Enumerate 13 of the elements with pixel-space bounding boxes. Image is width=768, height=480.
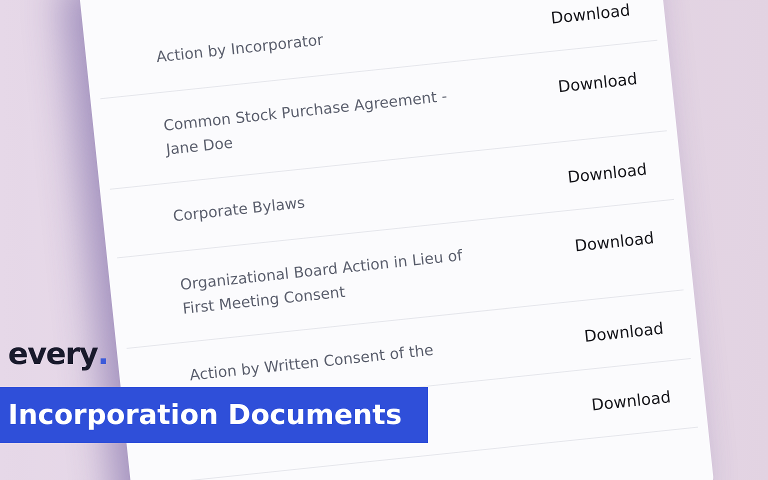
document-title: Action by Incorporator	[155, 30, 326, 68]
download-link[interactable]: Download	[583, 318, 665, 348]
download-link[interactable]: Download	[550, 0, 632, 30]
document-title: Organizational Board Action in Lieu of First Meeting Consent	[179, 245, 464, 320]
brand-logo: every.	[8, 337, 108, 372]
download-link[interactable]: Download	[590, 386, 672, 417]
document-title: Common Stock Purchase Agreement - Jane Doe	[162, 86, 449, 161]
download-link[interactable]: Download	[574, 227, 656, 258]
page-title-banner: Incorporation Documents	[0, 387, 428, 443]
download-link[interactable]: Download	[566, 158, 648, 189]
document-title: Corporate Bylaws	[172, 192, 307, 228]
document-title: Action by Written Consent of the	[188, 340, 436, 386]
download-link[interactable]: Download	[557, 68, 638, 98]
